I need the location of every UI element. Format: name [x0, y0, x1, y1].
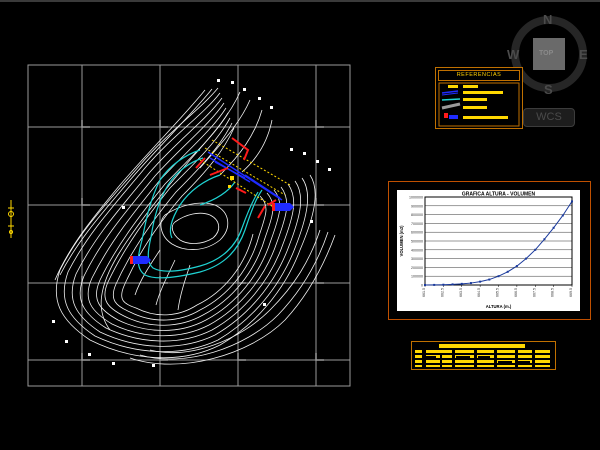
data-point: [424, 284, 426, 286]
data-point: [506, 270, 509, 273]
x-tick-label: 661.5: [422, 288, 426, 297]
x-tick-label: 666.5: [514, 288, 518, 297]
compass-north[interactable]: N: [543, 12, 552, 27]
references-title: REFERENCIAS: [438, 70, 520, 81]
data-point: [442, 283, 445, 286]
x-tick-label: 668.5: [551, 288, 555, 297]
data-point: [479, 280, 482, 283]
y-axis-label: VOLUMEN (m3): [399, 225, 404, 257]
data-point: [561, 214, 564, 217]
legend-symbol-red-blue-structure: [444, 113, 458, 119]
data-point: [497, 275, 500, 278]
y-tick-label: 700000: [411, 222, 423, 226]
x-tick-label: 665.5: [496, 288, 500, 297]
x-tick-label: 662.5: [440, 288, 444, 297]
y-tick-label: 300000: [411, 257, 423, 261]
topographic-contours: [54, 87, 336, 365]
y-tick-label: 0: [421, 284, 423, 288]
y-tick-label: 500000: [411, 240, 423, 244]
data-point: [571, 200, 573, 203]
y-tick-label: 200000: [411, 266, 423, 270]
capacity-table-cells: [415, 344, 550, 367]
y-tick-label: 800000: [411, 213, 423, 217]
legend-symbol-yellow: [448, 85, 458, 88]
height-volume-chart: GRAFICA ALTURA - VOLUMEN1000000900000800…: [399, 192, 573, 309]
legend-symbol-cyan-water: [441, 98, 461, 101]
y-tick-label: 100000: [411, 275, 423, 279]
data-point: [534, 248, 537, 251]
data-point: [488, 278, 491, 281]
data-point: [543, 238, 546, 241]
data-point: [460, 282, 463, 285]
references-legend: REFERENCIAS: [435, 67, 523, 129]
legend-symbol-gray-terrain: [441, 102, 461, 110]
compass-west[interactable]: W: [507, 47, 519, 62]
legend-symbol-blue-contour: [441, 90, 459, 96]
y-tick-label: 600000: [411, 231, 423, 235]
x-tick-label: 664.5: [477, 288, 481, 297]
wcs-menu-button[interactable]: WCS: [523, 108, 575, 127]
compass-east[interactable]: E: [579, 47, 588, 62]
viewcube-face-label[interactable]: TOP: [539, 50, 553, 57]
grid-ticks: [81, 120, 324, 361]
north-arrow-icon: [8, 200, 14, 238]
data-point: [451, 283, 454, 286]
capacity-table: [411, 341, 556, 370]
height-volume-chart-panel: GRAFICA ALTURA - VOLUMEN 1000000 900000 800…: [388, 181, 591, 320]
data-point: [433, 283, 436, 286]
x-tick-label: 669.5: [569, 288, 573, 297]
y-tick-label: 400000: [411, 248, 423, 252]
y-tick-label: 900000: [411, 204, 423, 208]
data-point: [552, 226, 555, 229]
x-tick-label: 663.5: [459, 288, 463, 297]
data-point: [525, 257, 528, 260]
legend-entries: [438, 82, 520, 127]
chart-background: GRAFICA ALTURA - VOLUMEN 1000000 900000 800…: [397, 190, 580, 311]
compass-south[interactable]: S: [544, 82, 553, 97]
data-point: [469, 282, 472, 285]
x-axis-label: ALTURA (m.): [486, 304, 512, 309]
data-point: [515, 265, 518, 268]
y-tick-label: 1000000: [409, 196, 423, 200]
x-tick-label: 667.5: [532, 288, 536, 297]
